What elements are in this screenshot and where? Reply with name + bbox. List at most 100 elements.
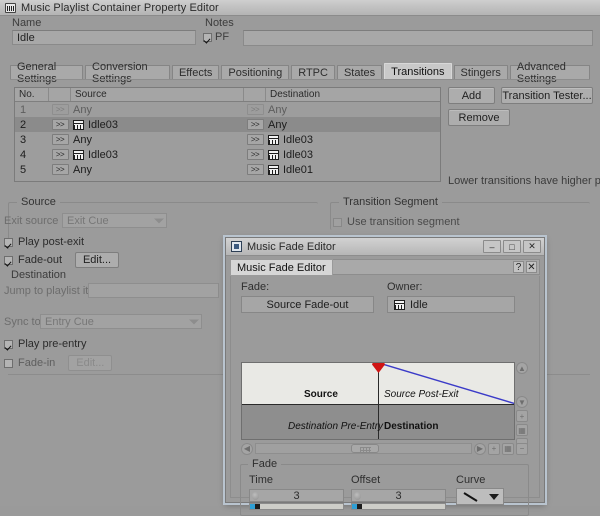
maximize-button[interactable]: □: [503, 240, 521, 253]
add-button[interactable]: Add: [448, 87, 495, 104]
row-destination-cell[interactable]: Any: [266, 104, 440, 116]
fade-out-row[interactable]: Fade-out Edit...: [4, 252, 119, 268]
table-row[interactable]: 1 >> Any >> Any: [15, 102, 440, 117]
jump-to-playlist-item-input[interactable]: [88, 283, 219, 298]
offset-slider-knob[interactable]: [357, 504, 362, 509]
scroll-left-icon[interactable]: ◀: [241, 443, 253, 455]
notes-input[interactable]: [243, 30, 593, 46]
tab-rtpc[interactable]: RTPC: [291, 65, 335, 80]
row-source-cell[interactable]: Any: [71, 104, 244, 116]
table-row[interactable]: 4 >> Idle03 >> Idle03: [15, 147, 440, 162]
tab-advanced-settings[interactable]: Advanced Settings: [510, 65, 590, 80]
destination-expand-button[interactable]: >>: [247, 164, 264, 175]
exit-source-at-select[interactable]: Exit Cue: [62, 213, 167, 228]
zoom-fit-vertical-icon[interactable]: ▦: [516, 424, 528, 436]
source-expand-button[interactable]: >>: [52, 119, 69, 130]
row-number: 3: [15, 134, 49, 146]
row-destination-cell[interactable]: Idle03: [266, 134, 440, 146]
tab-states[interactable]: States: [337, 65, 382, 80]
spinner-icon[interactable]: [252, 492, 259, 500]
source-expand-button[interactable]: >>: [52, 134, 69, 145]
use-transition-segment-checkbox[interactable]: [333, 218, 342, 227]
horizontal-scrollbar-track[interactable]: [255, 443, 472, 454]
time-slider-knob[interactable]: [255, 504, 260, 509]
chevron-down-icon: [189, 319, 199, 324]
owner-field[interactable]: Idle: [387, 296, 515, 313]
transition-tester-button[interactable]: Transition Tester...: [501, 87, 593, 104]
fade-editor-titlebar[interactable]: Music Fade Editor – □ ✕: [226, 238, 544, 256]
row-source-cell[interactable]: Any: [71, 164, 244, 176]
tab-conversion-settings[interactable]: Conversion Settings: [85, 65, 170, 80]
notes-label: Notes: [205, 17, 234, 29]
play-pre-entry-checkbox[interactable]: [4, 340, 13, 349]
close-tab-icon[interactable]: ✕: [526, 261, 537, 273]
fade-in-edit-button[interactable]: Edit...: [68, 355, 112, 371]
scroll-up-icon[interactable]: ▲: [516, 362, 528, 374]
destination-expand-button[interactable]: >>: [247, 104, 264, 115]
row-destination-cell[interactable]: Idle01: [266, 164, 440, 176]
source-expand-button[interactable]: >>: [52, 164, 69, 175]
row-source-cell[interactable]: Idle03: [71, 119, 244, 131]
zoom-in-horizontal-icon[interactable]: +: [488, 443, 500, 455]
name-input[interactable]: Idle: [12, 30, 196, 45]
row-destination-cell[interactable]: Any: [266, 119, 440, 131]
graph-vertical-controls[interactable]: ▲ ▼ + ▦ −: [516, 362, 528, 440]
fade-out-edit-button[interactable]: Edit...: [75, 252, 119, 268]
offset-slider[interactable]: [351, 503, 446, 510]
table-row[interactable]: 5 >> Any >> Idle01: [15, 162, 440, 177]
time-input[interactable]: 3: [249, 489, 344, 502]
tab-stingers[interactable]: Stingers: [454, 65, 508, 80]
transitions-table[interactable]: No. Source Destination 1 >> Any >> Any 2…: [14, 87, 441, 182]
pf-checkbox[interactable]: [203, 33, 212, 42]
play-post-exit-checkbox[interactable]: [4, 238, 13, 247]
fade-value-field[interactable]: Source Fade-out: [241, 296, 374, 313]
tab-transitions[interactable]: Transitions: [384, 63, 451, 80]
tab-effects[interactable]: Effects: [172, 65, 219, 80]
row-source-arrow-cell: >>: [49, 134, 71, 145]
use-transition-segment-row[interactable]: Use transition segment: [333, 216, 460, 228]
minimize-button[interactable]: –: [483, 240, 501, 253]
music-segment-icon: [73, 120, 84, 130]
fade-in-row[interactable]: Fade-in Edit...: [4, 355, 112, 371]
property-editor-tabs: General Settings Conversion Settings Eff…: [10, 62, 590, 80]
spinner-icon[interactable]: [354, 492, 361, 500]
row-source-cell[interactable]: Any: [71, 134, 244, 146]
table-row[interactable]: 3 >> Any >> Idle03: [15, 132, 440, 147]
row-destination-cell[interactable]: Idle03: [266, 149, 440, 161]
fade-out-checkbox[interactable]: [4, 256, 13, 265]
pf-checkbox-group[interactable]: PF: [203, 31, 229, 43]
source-expand-button[interactable]: >>: [52, 149, 69, 160]
close-button[interactable]: ✕: [523, 240, 541, 253]
source-expand-button[interactable]: >>: [52, 104, 69, 115]
play-pre-entry-row[interactable]: Play pre-entry: [4, 338, 86, 350]
column-header-destination[interactable]: Destination: [266, 88, 440, 101]
offset-input[interactable]: 3: [351, 489, 446, 502]
scroll-right-icon[interactable]: ▶: [474, 443, 486, 455]
destination-expand-button[interactable]: >>: [247, 134, 264, 145]
tab-underline: [10, 79, 590, 80]
zoom-fit-horizontal-icon[interactable]: ▦: [502, 443, 514, 455]
tab-music-fade-editor[interactable]: Music Fade Editor: [230, 259, 333, 275]
column-header-no[interactable]: No.: [15, 88, 49, 101]
time-slider[interactable]: [249, 503, 344, 510]
horizontal-scrollbar-thumb[interactable]: [351, 444, 379, 453]
column-header-source[interactable]: Source: [71, 88, 244, 101]
sync-to-select[interactable]: Entry Cue: [40, 314, 202, 329]
zoom-out-horizontal-icon[interactable]: −: [516, 443, 528, 455]
help-icon[interactable]: ?: [513, 261, 524, 273]
fade-in-checkbox[interactable]: [4, 359, 13, 368]
graph-horizontal-controls[interactable]: ◀ ▶ + ▦ −: [241, 442, 528, 455]
zoom-in-vertical-icon[interactable]: +: [516, 410, 528, 422]
destination-expand-button[interactable]: >>: [247, 119, 264, 130]
tab-positioning[interactable]: Positioning: [221, 65, 289, 80]
destination-expand-button[interactable]: >>: [247, 149, 264, 160]
fade-curve-graph[interactable]: Source Source Post-Exit Destination Pre-…: [241, 362, 515, 440]
table-row[interactable]: 2 >> Idle03 >> Any: [15, 117, 440, 132]
remove-button[interactable]: Remove: [448, 109, 510, 126]
curve-select[interactable]: [456, 488, 504, 505]
tab-general-settings[interactable]: General Settings: [10, 65, 83, 80]
row-source-cell[interactable]: Idle03: [71, 149, 244, 161]
fade-editor-body: Fade: Owner: Source Fade-out Idle Source…: [230, 276, 540, 498]
scroll-down-icon[interactable]: ▼: [516, 396, 528, 408]
play-post-exit-row[interactable]: Play post-exit: [4, 236, 84, 248]
